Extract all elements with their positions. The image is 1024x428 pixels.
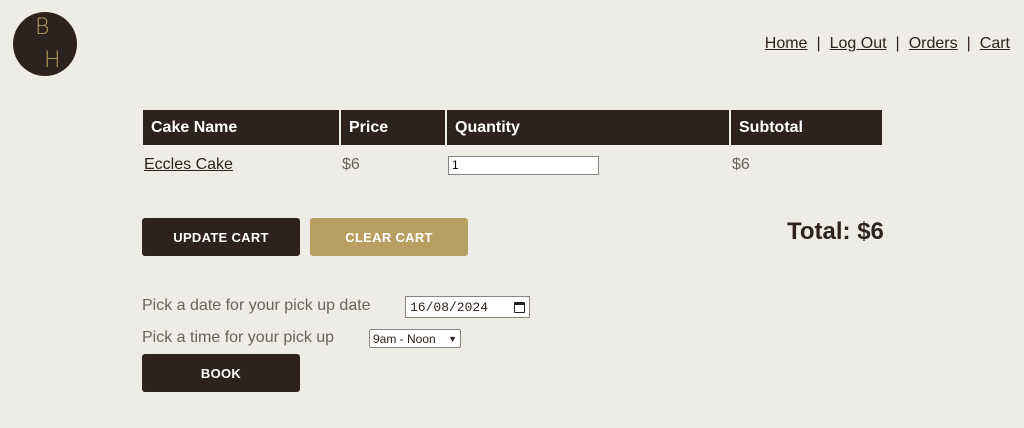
table-row: Eccles Cake $6 $6: [143, 147, 882, 183]
nav-orders-link[interactable]: Orders: [909, 35, 958, 53]
pickup-time-value: 9am - Noon: [373, 331, 436, 346]
quantity-input[interactable]: [448, 155, 599, 175]
header-price: Price: [341, 110, 445, 145]
header-quantity: Quantity: [447, 110, 729, 145]
cell-subtotal: $6: [732, 156, 750, 173]
cell-cake-name: Eccles Cake: [143, 147, 339, 183]
book-button[interactable]: BOOK: [142, 354, 300, 392]
header-cake-name: Cake Name: [143, 110, 339, 145]
pickup-date-value: 16/08/2024: [410, 299, 489, 315]
pickup-time-select[interactable]: 9am - Noon ▼: [369, 329, 461, 348]
header-subtotal: Subtotal: [731, 110, 882, 145]
brand-logo[interactable]: B H: [13, 12, 77, 76]
update-cart-button[interactable]: UPDATE CART: [142, 218, 300, 256]
nav-cart-link[interactable]: Cart: [980, 35, 1010, 53]
nav-separator: |: [895, 35, 900, 52]
nav-logout-link[interactable]: Log Out: [830, 35, 887, 53]
logo-letter-h: H: [44, 48, 61, 73]
clear-cart-button[interactable]: CLEAR CART: [310, 218, 468, 256]
pickup-date-input[interactable]: 16/08/2024: [405, 296, 530, 318]
nav-separator: |: [816, 35, 821, 52]
top-nav: Home | Log Out | Orders | Cart: [765, 35, 1010, 53]
cart-total: Total: $6: [787, 218, 884, 245]
cart-table: Cake Name Price Quantity Subtotal Eccles…: [141, 108, 884, 185]
chevron-down-icon: ▼: [448, 333, 457, 344]
pickup-date-label: Pick a date for your pick up date: [142, 297, 371, 314]
logo-letter-b: B: [35, 15, 50, 40]
nav-separator: |: [966, 35, 971, 52]
nav-home-link[interactable]: Home: [765, 35, 808, 53]
calendar-icon[interactable]: [514, 301, 525, 313]
cell-price: $6: [342, 156, 360, 173]
table-header-row: Cake Name Price Quantity Subtotal: [143, 110, 882, 145]
pickup-time-label: Pick a time for your pick up: [142, 329, 335, 346]
cake-name-link[interactable]: Eccles Cake: [144, 156, 233, 173]
cell-quantity: [447, 147, 729, 183]
